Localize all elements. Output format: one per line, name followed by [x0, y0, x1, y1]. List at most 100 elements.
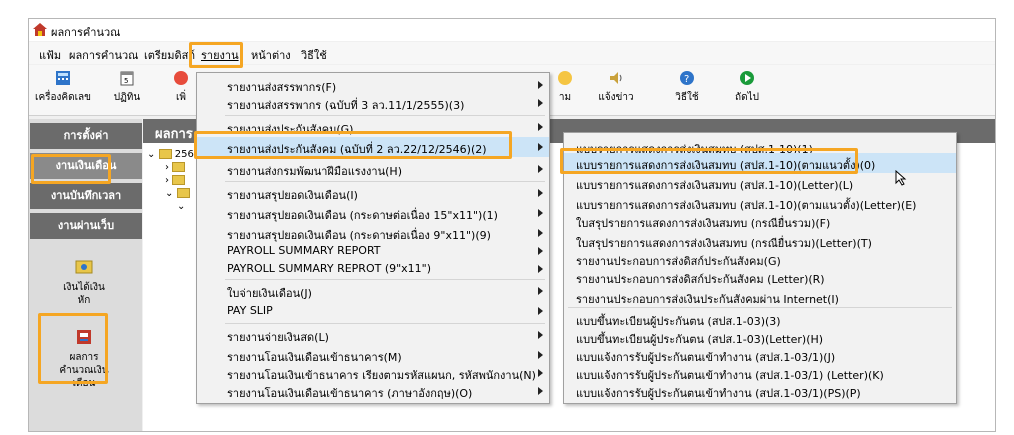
submenu-arrow-icon	[538, 387, 543, 395]
submenu-arrow-icon	[538, 123, 543, 131]
report-item-label: ใบจ่ายเงินเดือน(J)	[227, 287, 312, 300]
report-menu-item[interactable]: รายงานจ่ายเงินสด(L)	[197, 325, 549, 345]
next-icon	[740, 71, 754, 85]
report-menu-item[interactable]: รายงานโอนเงินเข้าธนาคาร เรียงตามรหัสแผนก…	[197, 363, 549, 383]
folder-icon	[176, 188, 190, 198]
report-menu-item[interactable]: รายงานโอนเงินเดือนเข้าธนาคาร (ภาษาอังกฤษ…	[197, 381, 549, 401]
sidebar-income-deduction[interactable]: เงินได้เงิน หัก	[44, 257, 124, 307]
window-title: ผลการคำนวณ	[51, 26, 121, 39]
tree-root[interactable]: ⌄ 256	[147, 149, 194, 160]
menu-window[interactable]: หน้าต่าง	[249, 45, 293, 65]
sidebar-item-web[interactable]: งานผ่านเว็บ	[30, 213, 142, 239]
add-icon	[174, 71, 188, 85]
calendar-label: ปฏิทิน	[113, 92, 141, 103]
submenu-item-label: แบบรายการแสดงการส่งเงินสมทบ (สปส.1-10)(L…	[576, 179, 854, 192]
calculator-label: เครื่องคิดเลข	[35, 92, 91, 103]
report-menu-item[interactable]: ใบจ่ายเงินเดือน(J)	[197, 281, 549, 301]
folder-icon	[158, 149, 172, 159]
tree-view: ⌄ 256 › › ⌄ ⌄	[147, 149, 194, 212]
report-menu-item[interactable]: รายงานส่งสรรพากร (ฉบับที่ 3 ลว.11/1/2555…	[197, 93, 549, 113]
tree-node[interactable]: ›	[165, 162, 194, 173]
submenu-arrow-icon	[538, 247, 543, 255]
news-button[interactable]: แจ้งข่าว	[594, 69, 638, 105]
speaker-icon	[610, 72, 622, 84]
submenu-item[interactable]: รายงานประกอบการส่งเงินประกันสังคมผ่าน In…	[564, 287, 956, 307]
money-icon	[75, 260, 93, 274]
report-item-label: PAY SLIP	[227, 304, 273, 317]
menu-results[interactable]: ผลการคำนวณ	[67, 45, 140, 65]
submenu-arrow-icon	[538, 209, 543, 217]
income-label-line2: หัก	[77, 295, 91, 306]
question-button[interactable]: าม	[554, 69, 576, 105]
submenu-item[interactable]: แบบแจ้งการรับผู้ประกันตนเข้าทำงาน (สปส.1…	[564, 363, 956, 383]
question-icon	[558, 71, 572, 85]
submenu-item-label: รายงานประกอบการส่งเงินประกันสังคมผ่าน In…	[576, 293, 839, 306]
next-button[interactable]: ถัดไป	[729, 69, 765, 105]
report-menu-item[interactable]: รายงานโอนเงินเดือนเข้าธนาคาร(M)	[197, 345, 549, 365]
mouse-cursor-icon	[895, 170, 907, 186]
report-menu-item[interactable]: รายงานสรุปยอดเงินเดือน (กระดาษต่อเนื่อง …	[197, 203, 549, 223]
help-button[interactable]: ? วิธีใช้	[669, 69, 705, 105]
submenu-item[interactable]: แบบขึ้นทะเบียนผู้ประกันตน (สปส.1-03)(Let…	[564, 327, 956, 347]
folder-icon	[172, 175, 186, 185]
calculator-icon	[56, 71, 70, 85]
report-item-label: รายงานสรุปยอดเงินเดือน(I)	[227, 189, 358, 202]
submenu-arrow-icon	[538, 165, 543, 173]
menu-separator	[225, 181, 545, 182]
report-item-label: รายงานจ่ายเงินสด(L)	[227, 331, 329, 344]
question-label: าม	[558, 92, 572, 103]
svg-text:?: ?	[684, 74, 689, 85]
submenu-arrow-icon	[538, 265, 543, 273]
submenu-item[interactable]: แบบแจ้งการรับผู้ประกันตนเข้าทำงาน (สปส.1…	[564, 345, 956, 365]
report-menu-item[interactable]: PAY SLIP	[197, 301, 549, 321]
submenu-item[interactable]: แบบแจ้งการรับผู้ประกันตนเข้าทำงาน (สปส.1…	[564, 381, 956, 401]
submenu-item[interactable]: รายงานประกอบการส่งดิสก์ประกันสังคม (Lett…	[564, 267, 956, 287]
submenu-item[interactable]: ใบสรุปรายการแสดงการส่งเงินสมทบ (กรณียื่น…	[564, 231, 956, 251]
report-menu-item[interactable]: PAYROLL SUMMARY REPROT (9"x11")	[197, 259, 549, 279]
menu-help[interactable]: วิธีใช้	[299, 45, 329, 65]
callout-calc-result	[38, 313, 108, 384]
menu-file[interactable]: แฟ้ม	[37, 45, 63, 65]
submenu-item[interactable]: แบบรายการแสดงการส่งเงินสมทบ (สปส.1-10)(ต…	[564, 193, 956, 213]
title-bar: ผลการคำนวณ	[29, 19, 995, 41]
calculator-button[interactable]: เครื่องคิดเลข	[33, 69, 93, 105]
tree-node[interactable]: ⌄	[165, 188, 194, 199]
calendar-button[interactable]: 5 ปฏิทิน	[107, 69, 147, 105]
submenu-item[interactable]: แบบขึ้นทะเบียนผู้ประกันตน (สปส.1-03)(3)	[564, 309, 956, 329]
submenu-arrow-icon	[538, 351, 543, 359]
tree-node[interactable]: ⌄	[177, 201, 194, 212]
submenu-item-label: รายงานประกอบการส่งดิสก์ประกันสังคม (Lett…	[576, 273, 825, 286]
submenu-arrow-icon	[538, 229, 543, 237]
report-menu-item[interactable]: รายงานสรุปยอดเงินเดือน (กระดาษต่อเนื่อง …	[197, 223, 549, 243]
report-item-label: PAYROLL SUMMARY REPORT	[227, 244, 381, 257]
report-menu: รายงานส่งสรรพากร(F) รายงานส่งสรรพากร (ฉบ…	[196, 72, 550, 404]
report-menu-item[interactable]: รายงานส่งสรรพากร(F)	[197, 75, 549, 95]
calendar-icon: 5	[120, 71, 134, 86]
report-item-label: PAYROLL SUMMARY REPROT (9"x11")	[227, 262, 432, 275]
add-button[interactable]: เพิ่	[169, 69, 193, 105]
report-menu-item[interactable]: รายงานสรุปยอดเงินเดือน(I)	[197, 183, 549, 203]
add-label: เพิ่	[175, 92, 186, 103]
submenu-arrow-icon	[538, 189, 543, 197]
tree-root-label: 256	[174, 149, 194, 160]
menu-separator	[225, 115, 545, 116]
callout-vertical-form	[560, 148, 858, 174]
submenu-item[interactable]: ใบสรุปรายการแสดงการส่งเงินสมทบ (กรณียื่น…	[564, 211, 956, 231]
submenu-item[interactable]: รายงานประกอบการส่งดิสก์ประกันสังคม(G)	[564, 249, 956, 269]
tree-node[interactable]: ›	[165, 175, 194, 186]
sidebar-item-settings[interactable]: การตั้งค่า	[30, 123, 142, 149]
callout-report-menu	[189, 42, 243, 68]
sidebar-item-timesheet[interactable]: งานบันทึกเวลา	[30, 183, 142, 209]
report-item-label: รายงานส่งสรรพากร (ฉบับที่ 3 ลว.11/1/2555…	[227, 99, 465, 112]
folder-icon	[172, 162, 186, 172]
report-item-label: รายงานส่งกรมพัฒนาฝีมือแรงงาน(H)	[227, 165, 402, 178]
report-menu-item[interactable]: รายงานส่งกรมพัฒนาฝีมือแรงงาน(H)	[197, 159, 549, 179]
callout-payroll	[31, 154, 111, 184]
submenu-item-label: แบบแจ้งการรับผู้ประกันตนเข้าทำงาน (สปส.1…	[576, 387, 861, 400]
svg-text:5: 5	[124, 77, 128, 85]
report-menu-item[interactable]: PAYROLL SUMMARY REPORT	[197, 241, 549, 261]
submenu-arrow-icon	[538, 81, 543, 89]
submenu-item-label: ใบสรุปรายการแสดงการส่งเงินสมทบ (กรณียื่น…	[576, 217, 831, 230]
next-label: ถัดไป	[735, 92, 759, 103]
callout-social-security	[194, 131, 512, 159]
